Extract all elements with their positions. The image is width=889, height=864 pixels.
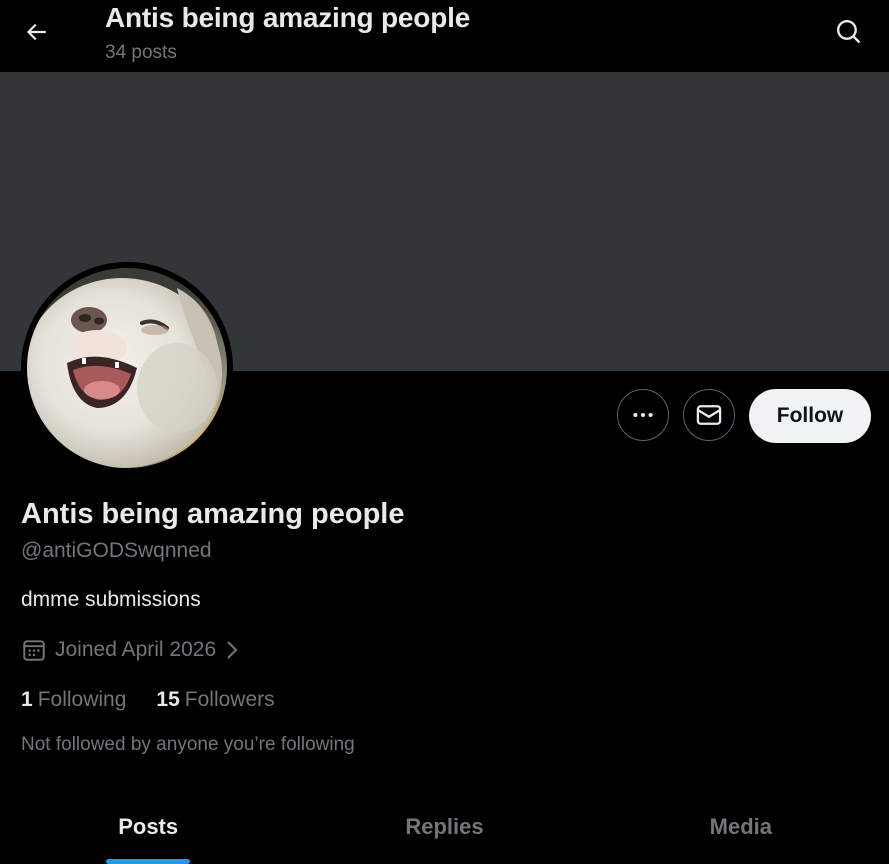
following-label: Following	[37, 688, 127, 711]
follow-stats: 1 Following 15 Followers	[21, 688, 275, 712]
following-count: 1	[21, 688, 33, 711]
back-button[interactable]	[16, 12, 56, 52]
active-tab-indicator	[106, 859, 191, 864]
tab-posts[interactable]: Posts	[0, 795, 296, 864]
followers-link[interactable]: 15 Followers	[156, 688, 274, 712]
tab-replies[interactable]: Replies	[296, 795, 592, 864]
search-icon	[837, 20, 861, 44]
following-link[interactable]: 1 Following	[21, 688, 126, 712]
profile-bio: dmme submissions	[21, 588, 201, 611]
calendar-icon	[23, 640, 45, 661]
arrow-left-icon	[26, 23, 46, 41]
not-followed-notice: Not followed by anyone you’re following	[21, 734, 355, 755]
avatar-image	[27, 268, 227, 468]
header-post-count: 34 posts	[105, 42, 177, 63]
tab-label: Media	[709, 814, 772, 839]
followers-label: Followers	[184, 688, 275, 711]
profile-handle: @antiGODSwqnned	[21, 539, 212, 562]
tab-media[interactable]: Media	[593, 795, 889, 864]
search-button[interactable]	[829, 12, 869, 52]
profile-display-name: Antis being amazing people	[21, 498, 405, 530]
top-bar: Antis being amazing people 34 posts	[0, 0, 889, 72]
header-title: Antis being amazing people	[105, 2, 471, 33]
joined-date[interactable]: Joined April 2026	[21, 636, 240, 664]
message-button[interactable]	[683, 389, 735, 441]
followers-count: 15	[156, 688, 180, 711]
follow-button[interactable]: Follow	[749, 389, 871, 443]
joined-text: Joined April 2026	[55, 638, 217, 661]
more-dots-icon	[633, 412, 653, 418]
chevron-right-icon	[227, 641, 238, 659]
profile-page: Antis being amazing people 34 posts Foll…	[0, 0, 889, 864]
more-options-button[interactable]	[617, 389, 669, 441]
profile-tabs: Posts Replies Media	[0, 795, 889, 864]
tab-label: Posts	[118, 814, 179, 839]
tab-label: Replies	[405, 814, 484, 839]
avatar[interactable]	[21, 262, 233, 474]
envelope-icon	[696, 405, 722, 425]
